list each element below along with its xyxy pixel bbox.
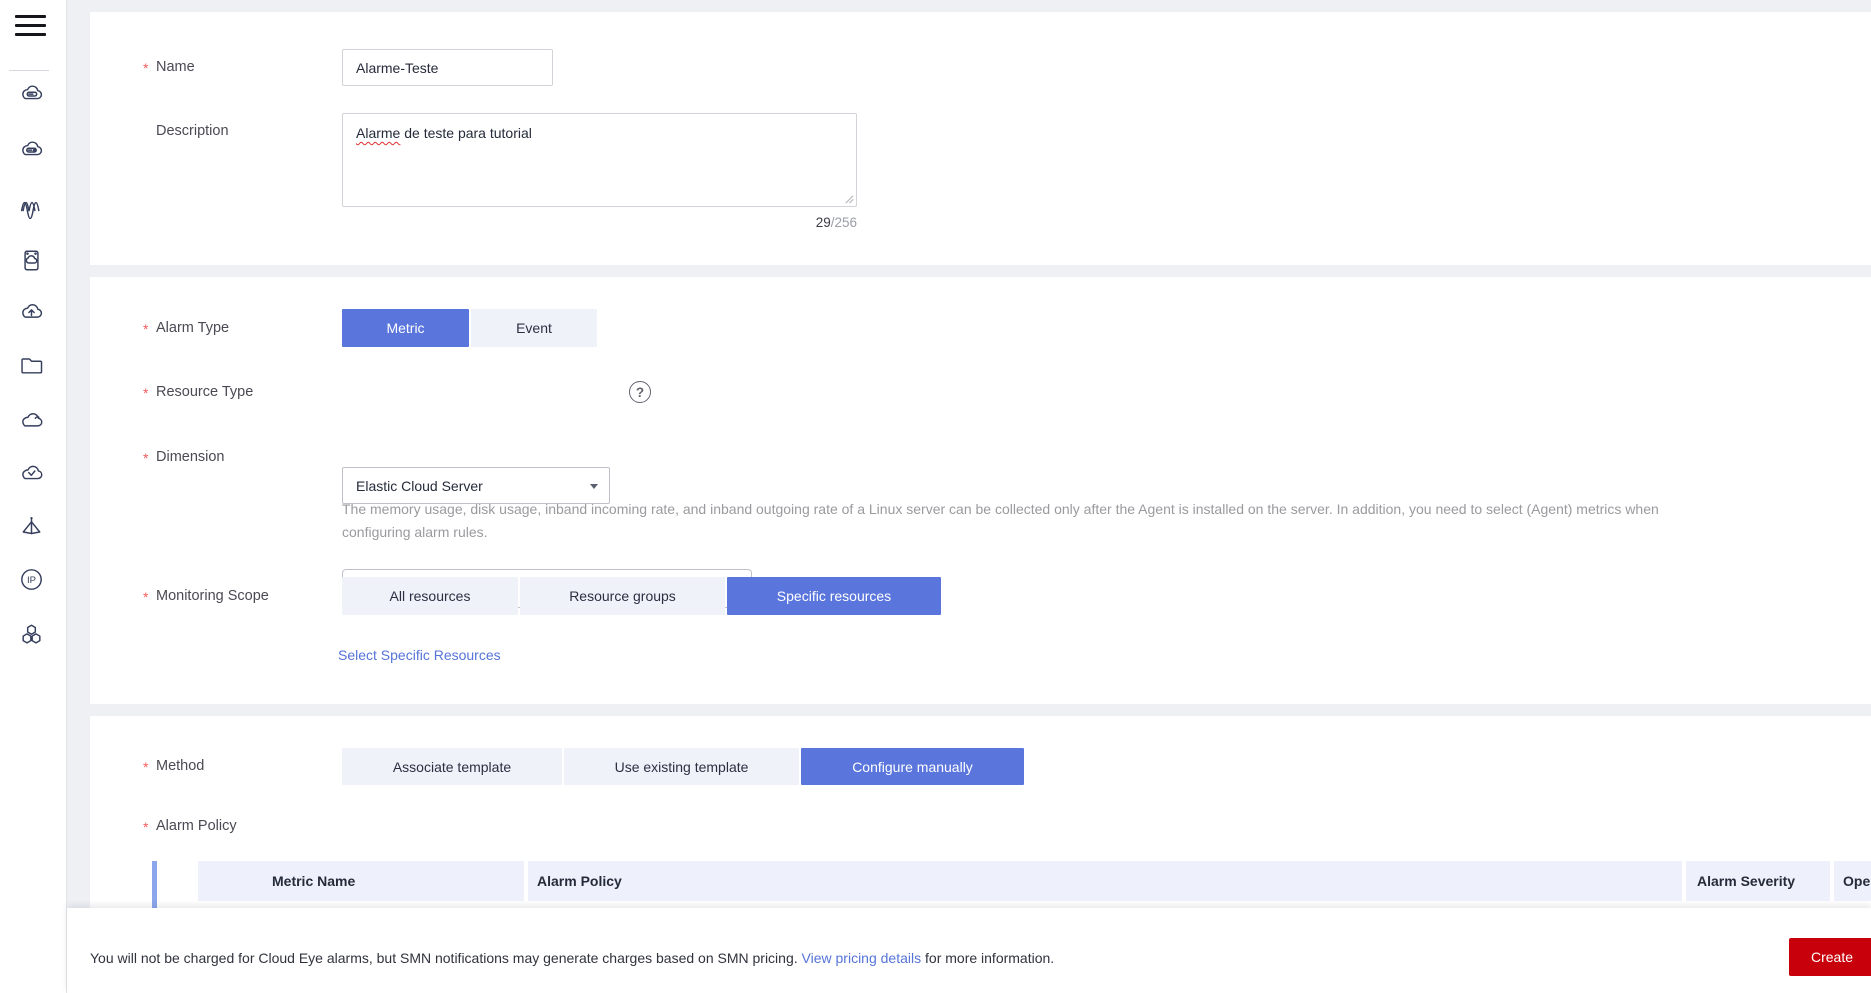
- cluster-icon[interactable]: [18, 621, 45, 648]
- description-value: Alarme de teste para tutorial: [356, 124, 532, 143]
- help-icon[interactable]: ?: [629, 381, 651, 403]
- name-value: Alarme-Teste: [356, 60, 438, 76]
- evs-icon[interactable]: [18, 247, 45, 274]
- scope-specific-resources-button[interactable]: Specific resources: [727, 577, 941, 615]
- resource-type-label: Resource Type: [156, 384, 253, 402]
- eip-label: IP: [27, 575, 36, 586]
- folder-icon[interactable]: [18, 352, 45, 379]
- cloud-backup-icon[interactable]: [18, 298, 45, 325]
- hamburger-menu-icon[interactable]: [15, 15, 46, 41]
- eip-icon[interactable]: IP: [18, 566, 45, 593]
- col-header-alarm-policy: Alarm Policy: [528, 861, 1682, 901]
- sidebar-divider: [9, 70, 49, 71]
- obs-cloud-icon[interactable]: [18, 407, 45, 434]
- char-counter: 29/256: [342, 215, 857, 230]
- method-configure-manually-button[interactable]: Configure manually: [801, 748, 1024, 785]
- resource-type-value: Elastic Cloud Server: [356, 478, 483, 494]
- method-use-existing-template-button[interactable]: Use existing template: [564, 748, 799, 785]
- bms-icon[interactable]: [18, 136, 45, 163]
- col-header-alarm-severity: Alarm Severity: [1686, 861, 1830, 901]
- description-textarea[interactable]: Alarme de teste para tutorial: [342, 113, 857, 207]
- alarm-type-label: Alarm Type: [156, 320, 229, 338]
- direct-connect-icon[interactable]: [18, 513, 45, 540]
- col-header-operation: Ope: [1834, 861, 1871, 901]
- autoscaling-icon[interactable]: [18, 192, 45, 219]
- pricing-notice: You will not be charged for Cloud Eye al…: [90, 950, 1054, 966]
- method-label: Method: [156, 758, 204, 776]
- bottom-action-bar: You will not be charged for Cloud Eye al…: [67, 908, 1871, 993]
- method-associate-template-button[interactable]: Associate template: [342, 748, 562, 785]
- table-accent-bar: [152, 861, 157, 913]
- service-sidebar: IP: [0, 0, 67, 993]
- chevron-down-icon: [590, 484, 598, 489]
- resize-handle[interactable]: [843, 193, 854, 204]
- create-button[interactable]: Create: [1789, 938, 1871, 976]
- alarm-type-event-button[interactable]: Event: [471, 309, 597, 347]
- monitoring-scope-label: Monitoring Scope: [156, 588, 269, 606]
- alarm-type-metric-button[interactable]: Metric: [342, 309, 469, 347]
- name-input[interactable]: Alarme-Teste: [342, 49, 553, 86]
- scope-all-resources-button[interactable]: All resources: [342, 577, 518, 615]
- col-header-metric-name: Metric Name: [198, 861, 524, 901]
- create-alarm-rule-page: IP Name Alarme-Teste Description Alarme …: [0, 0, 1871, 993]
- dimension-label: Dimension: [156, 449, 225, 467]
- view-pricing-details-link[interactable]: View pricing details: [802, 950, 922, 966]
- alarm-policy-label: Alarm Policy: [156, 818, 237, 836]
- ecs-icon[interactable]: [18, 80, 45, 107]
- vpc-cloud-icon[interactable]: [18, 460, 45, 487]
- description-label: Description: [156, 123, 229, 141]
- misspelled-word: Alarme: [356, 125, 400, 141]
- select-specific-resources-link[interactable]: Select Specific Resources: [338, 647, 501, 663]
- name-label: Name: [156, 59, 195, 77]
- dimension-note: The memory usage, disk usage, inband inc…: [342, 498, 1659, 544]
- scope-resource-groups-button[interactable]: Resource groups: [520, 577, 725, 615]
